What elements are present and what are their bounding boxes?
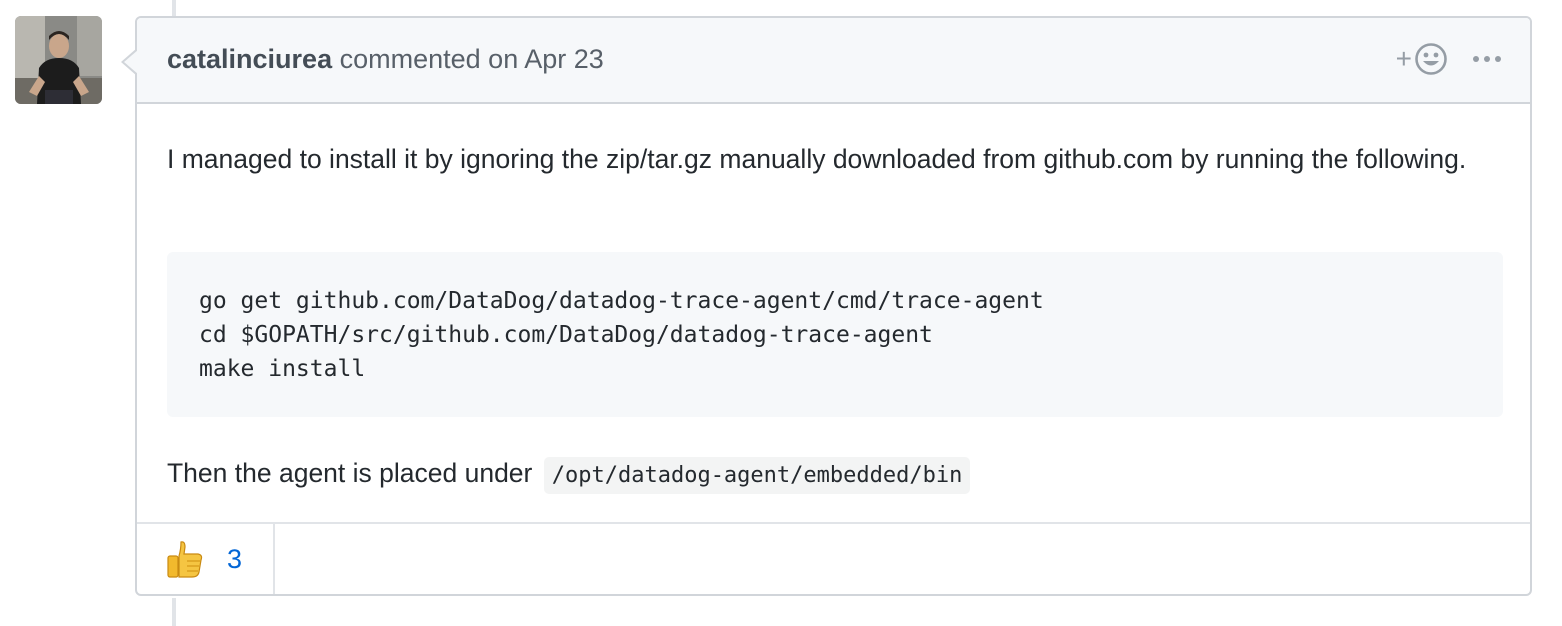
author-link[interactable]: catalinciurea — [167, 44, 332, 74]
timeline-connector-bottom — [172, 598, 176, 626]
avatar[interactable] — [15, 16, 102, 104]
thumbs-up-icon — [167, 541, 203, 578]
reaction-count: 3 — [227, 543, 243, 574]
comment-paragraph-2: Then the agent is placed under /opt/data… — [167, 452, 971, 497]
comment-header: catalinciurea commented on Apr 23 + — [137, 18, 1530, 104]
comment-timestamp[interactable]: commented on Apr 23 — [340, 44, 604, 74]
code-line: make install — [199, 356, 366, 382]
inline-code: /opt/datadog-agent/embedded/bin — [543, 457, 971, 494]
avatar-photo-icon — [15, 16, 102, 104]
reaction-thumbs-up-button[interactable]: 3 — [137, 524, 275, 594]
comment-header-text: catalinciurea commented on Apr 23 — [167, 44, 604, 75]
comment-container: catalinciurea commented on Apr 23 + I ma… — [121, 16, 1532, 596]
code-line: go get github.com/DataDog/datadog-trace-… — [199, 288, 1044, 314]
plus-icon: + — [1395, 43, 1412, 74]
code-line: cd $GOPATH/src/github.com/DataDog/datado… — [199, 322, 933, 348]
paragraph-text: Then the agent is placed under — [167, 458, 533, 488]
comment-paragraph: I managed to install it by ignoring the … — [167, 144, 1467, 174]
more-options-button[interactable] — [1472, 54, 1502, 64]
kebab-horizontal-icon — [1473, 56, 1501, 62]
issue-timeline: catalinciurea commented on Apr 23 + I ma… — [0, 0, 1562, 626]
add-reaction-button[interactable]: + — [1396, 42, 1448, 76]
smiley-icon — [1415, 43, 1447, 75]
header-actions: + — [1396, 42, 1502, 76]
code-block: go get github.com/DataDog/datadog-trace-… — [167, 252, 1503, 417]
reactions-bar: 3 — [137, 522, 1530, 594]
